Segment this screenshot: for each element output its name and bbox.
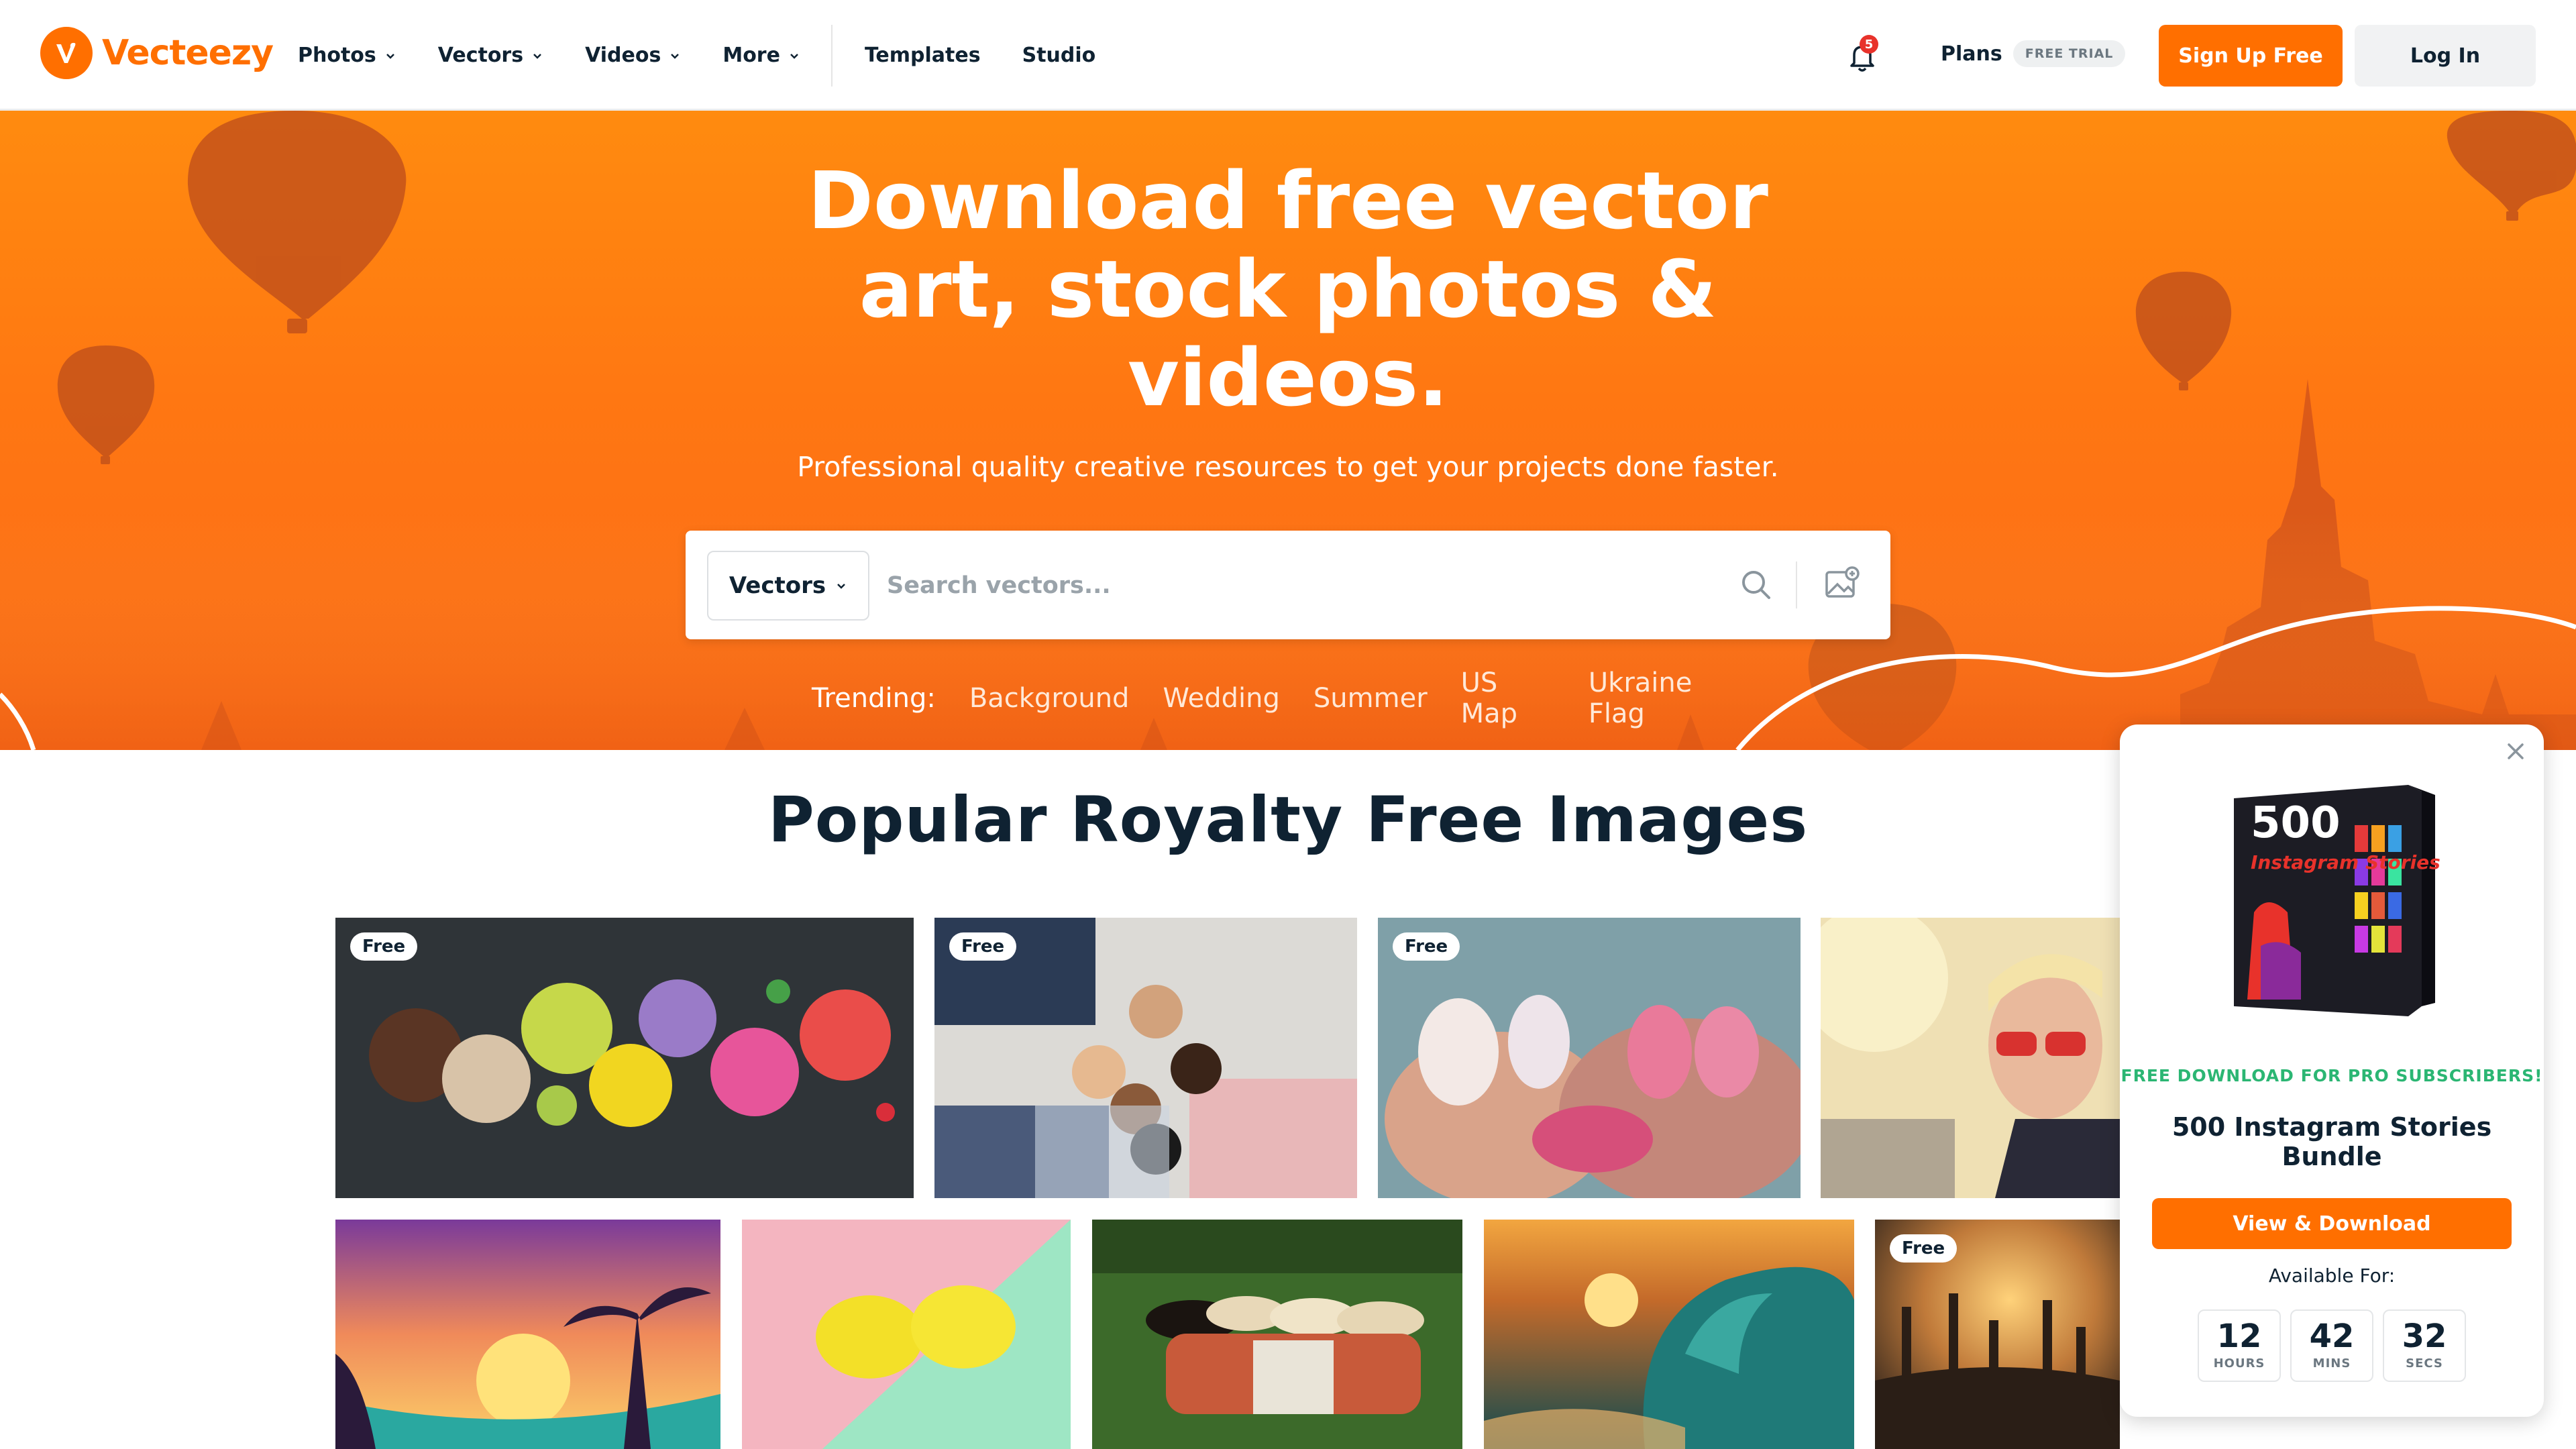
page: Vecteezy Photos Vectors Videos More Temp… [0, 0, 2576, 1449]
top-header: Vecteezy Photos Vectors Videos More Temp… [0, 0, 2576, 111]
trending-link[interactable]: Wedding [1163, 683, 1279, 714]
plans-label: Plans [1941, 42, 2002, 66]
ocean-wave-image [1484, 1220, 1854, 1449]
sign-up-button[interactable]: Sign Up Free [2159, 25, 2343, 87]
countdown-mins: 42 MINS [2290, 1309, 2373, 1382]
image-tile-friends[interactable]: Free [934, 918, 1357, 1198]
image-tile-ocean-wave[interactable] [1484, 1220, 1854, 1449]
logo-text: Vecteezy [102, 33, 274, 73]
image-tile-nails[interactable]: Free [1378, 918, 1801, 1198]
logo-v-icon [40, 27, 93, 79]
promo-title: 500 Instagram Stories Bundle [2171, 1112, 2492, 1171]
product-box-subtitle: Instagram Stories [2251, 851, 2440, 873]
log-in-button[interactable]: Log In [2355, 25, 2536, 87]
main-nav: Photos Vectors Videos More Templates Stu… [298, 0, 1137, 111]
woman-sunglasses-image [1821, 918, 2120, 1198]
nav-vectors[interactable]: Vectors [438, 44, 543, 67]
product-box-image: 500 Instagram Stories [2234, 785, 2440, 1016]
promo-kicker: FREE DOWNLOAD FOR PRO SUBSCRIBERS! [2121, 1066, 2543, 1085]
asset-type-selected: Vectors [729, 572, 826, 599]
nav-more-label: More [722, 44, 780, 67]
nav-divider [830, 24, 833, 87]
image-tile-woman-sunglasses[interactable] [1821, 918, 2120, 1198]
women-hug-image [1092, 1220, 1462, 1449]
nav-studio[interactable]: Studio [1022, 44, 1096, 67]
image-tile-lemon[interactable] [742, 1220, 1071, 1449]
search-icon[interactable] [1739, 568, 1774, 602]
lemon-image [742, 1220, 1071, 1449]
chevron-down-icon [671, 53, 680, 59]
countdown-value: 12 [2216, 1318, 2262, 1355]
free-badge: Free [949, 932, 1017, 961]
ice-cream-image [335, 918, 914, 1198]
nav-templates[interactable]: Templates [865, 44, 981, 67]
trending-link[interactable]: Summer [1313, 683, 1428, 714]
notification-count-badge: 5 [1860, 35, 1878, 54]
asset-type-dropdown[interactable]: Vectors [707, 551, 869, 621]
search-divider [1796, 561, 1797, 608]
nav-more[interactable]: More [722, 44, 800, 67]
nav-videos[interactable]: Videos [585, 44, 681, 67]
promo-popup: 500 Instagram Stories FREE DOWNLOAD FOR … [2120, 724, 2544, 1417]
free-badge: Free [350, 932, 418, 961]
available-for-label: Available For: [2268, 1265, 2396, 1287]
nav-studio-label: Studio [1022, 44, 1096, 67]
chevron-down-icon [790, 53, 798, 59]
image-tile-tropical-sunset[interactable] [335, 1220, 720, 1449]
countdown-value: 42 [2309, 1318, 2355, 1355]
view-download-button[interactable]: View & Download [2152, 1198, 2512, 1249]
countdown-unit: SECS [2406, 1356, 2443, 1371]
nav-templates-label: Templates [864, 44, 981, 67]
free-trial-badge: FREE TRIAL [2012, 40, 2126, 67]
free-badge: Free [1890, 1234, 1957, 1263]
trending-link[interactable]: Ukraine Flag [1589, 667, 1744, 729]
trending-link[interactable]: Background [969, 683, 1130, 714]
trending-link[interactable]: US Map [1461, 667, 1555, 729]
search-bar: Vectors [686, 531, 1890, 639]
close-icon[interactable] [2502, 738, 2529, 765]
tropical-sunset-image [335, 1220, 720, 1449]
image-search-icon[interactable] [1823, 564, 1862, 603]
hero-title: Download free vector art, stock photos &… [808, 154, 1768, 424]
chevron-down-icon [386, 53, 394, 59]
product-box-number: 500 [2251, 798, 2341, 848]
countdown-value: 32 [2402, 1318, 2447, 1355]
trending-searches: Trending: Background Wedding Summer US M… [812, 667, 1778, 729]
image-tile-women-hug[interactable] [1092, 1220, 1462, 1449]
hero-banner: Download free vector art, stock photos &… [0, 111, 2576, 750]
free-badge: Free [1393, 932, 1460, 961]
image-tile-ice-cream[interactable]: Free [335, 918, 914, 1198]
countdown-unit: HOURS [2213, 1356, 2265, 1371]
plans-link[interactable]: Plans FREE TRIAL [1941, 40, 2126, 67]
vecteezy-logo[interactable]: Vecteezy [40, 27, 274, 79]
nav-photos[interactable]: Photos [298, 44, 396, 67]
search-input[interactable] [887, 551, 1725, 621]
trending-label: Trending: [812, 683, 936, 714]
hero-subtitle: Professional quality creative resources … [797, 451, 1779, 483]
image-tile-concert-crowd[interactable]: Free [1875, 1220, 2120, 1449]
nav-videos-label: Videos [585, 44, 661, 67]
countdown-secs: 32 SECS [2383, 1309, 2466, 1382]
countdown-unit: MINS [2312, 1356, 2351, 1371]
nav-vectors-label: Vectors [437, 44, 524, 67]
chevron-down-icon [837, 584, 846, 589]
countdown-hours: 12 HOURS [2198, 1309, 2281, 1382]
nav-photos-label: Photos [298, 44, 376, 67]
chevron-down-icon [533, 53, 541, 59]
